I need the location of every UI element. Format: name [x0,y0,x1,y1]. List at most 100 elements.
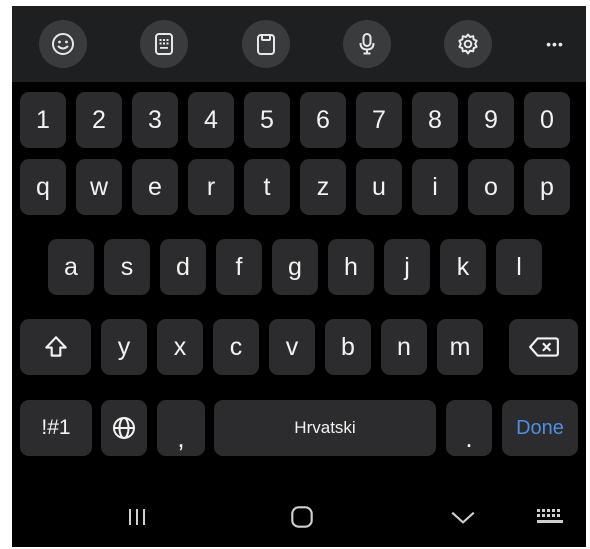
shift-key[interactable] [20,319,91,375]
shift-icon [44,336,67,357]
letter-key[interactable]: v [269,319,315,375]
comma-key[interactable]: , [157,400,205,456]
letter-key[interactable]: n [381,319,427,375]
number-key[interactable]: 1 [20,92,66,148]
keyboard-switch-button[interactable] [530,486,570,547]
space-key[interactable]: Hrvatski [214,400,436,456]
number-key-label: 6 [316,105,330,134]
letter-key[interactable]: e [132,159,178,215]
keyboard-switch-icon [537,508,563,523]
letter-key-label: r [206,172,216,201]
letter-key[interactable]: j [384,239,430,295]
clipboard-icon [257,34,275,55]
globe-icon [113,417,135,439]
letter-key[interactable]: x [157,319,203,375]
letter-key[interactable]: w [76,159,122,215]
number-key[interactable]: 5 [244,92,290,148]
letter-key[interactable]: d [160,239,206,295]
letter-key-label: m [449,332,471,361]
more-icon: ••• [546,36,564,52]
number-key-label: 4 [204,105,218,134]
letter-key[interactable]: o [468,159,514,215]
number-key[interactable]: 6 [300,92,346,148]
voice-input-button[interactable] [343,20,391,68]
letter-key-label: z [316,172,330,201]
letter-key[interactable]: s [104,239,150,295]
number-key-label: 9 [484,105,498,134]
number-key-label: 2 [92,105,106,134]
letter-key-label: f [235,252,243,281]
home-button[interactable] [277,486,327,547]
keyboard-mode-icon [155,33,173,55]
letter-key[interactable]: z [300,159,346,215]
period-key[interactable]: . [446,400,492,456]
number-key[interactable]: 0 [524,92,570,148]
clipboard-button[interactable] [242,20,290,68]
microphone-icon [359,33,375,55]
symbols-key-label: !#1 [41,416,71,439]
number-key-label: 8 [428,105,442,134]
letter-key-label: p [540,172,554,201]
letter-key[interactable]: h [328,239,374,295]
done-key-label: Done [516,416,564,439]
letter-key[interactable]: q [20,159,66,215]
letter-key-label: a [64,252,78,281]
letter-key-label: c [229,332,243,361]
number-key[interactable]: 4 [188,92,234,148]
symbols-key[interactable]: !#1 [20,400,92,456]
letter-key-label: q [36,172,50,201]
letter-key[interactable]: i [412,159,458,215]
period-key-label: . [465,422,473,453]
done-key[interactable]: Done [502,400,578,456]
emoji-button[interactable] [39,20,87,68]
letter-key-label: y [117,332,131,361]
letter-key-label: b [341,332,355,361]
number-key[interactable]: 7 [356,92,402,148]
letter-key[interactable]: k [440,239,486,295]
settings-icon [458,33,478,55]
number-key[interactable]: 2 [76,92,122,148]
letter-key-label: h [344,252,358,281]
number-key[interactable]: 9 [468,92,514,148]
letter-key[interactable]: c [213,319,259,375]
letter-key-label: t [263,172,271,201]
letter-key[interactable]: f [216,239,262,295]
backspace-key[interactable] [509,319,578,375]
number-key-label: 1 [36,105,50,134]
emoji-icon [52,33,74,55]
more-options-button[interactable]: ••• [531,20,579,68]
number-key-label: 0 [540,105,554,134]
letter-key[interactable]: y [101,319,147,375]
letter-key[interactable]: b [325,319,371,375]
letter-key-label: v [285,332,299,361]
letter-key-label: j [404,252,410,281]
recent-apps-button[interactable] [112,486,162,547]
home-icon [291,505,313,528]
letter-key[interactable]: a [48,239,94,295]
hide-keyboard-button[interactable] [438,486,488,547]
keyboard-mode-button[interactable] [140,20,188,68]
letter-key[interactable]: g [272,239,318,295]
letter-key-label: l [516,252,522,281]
letter-key[interactable]: t [244,159,290,215]
recent-apps-icon [129,508,145,525]
letter-key-label: s [120,252,134,281]
letter-key[interactable]: r [188,159,234,215]
backspace-icon [528,337,559,357]
letter-key-label: x [173,332,187,361]
letter-key[interactable]: l [496,239,542,295]
number-key[interactable]: 8 [412,92,458,148]
letter-key-label: o [484,172,498,201]
letter-key[interactable]: p [524,159,570,215]
letter-key[interactable]: u [356,159,402,215]
letter-key-label: e [148,172,162,201]
number-key-label: 5 [260,105,274,134]
number-key-label: 7 [372,105,386,134]
settings-button[interactable] [444,20,492,68]
number-key[interactable]: 3 [132,92,178,148]
letter-key[interactable]: m [437,319,483,375]
space-key-label: Hrvatski [294,418,356,437]
hide-keyboard-icon [451,511,475,523]
language-key[interactable] [101,400,147,456]
letter-key-label: n [397,332,411,361]
